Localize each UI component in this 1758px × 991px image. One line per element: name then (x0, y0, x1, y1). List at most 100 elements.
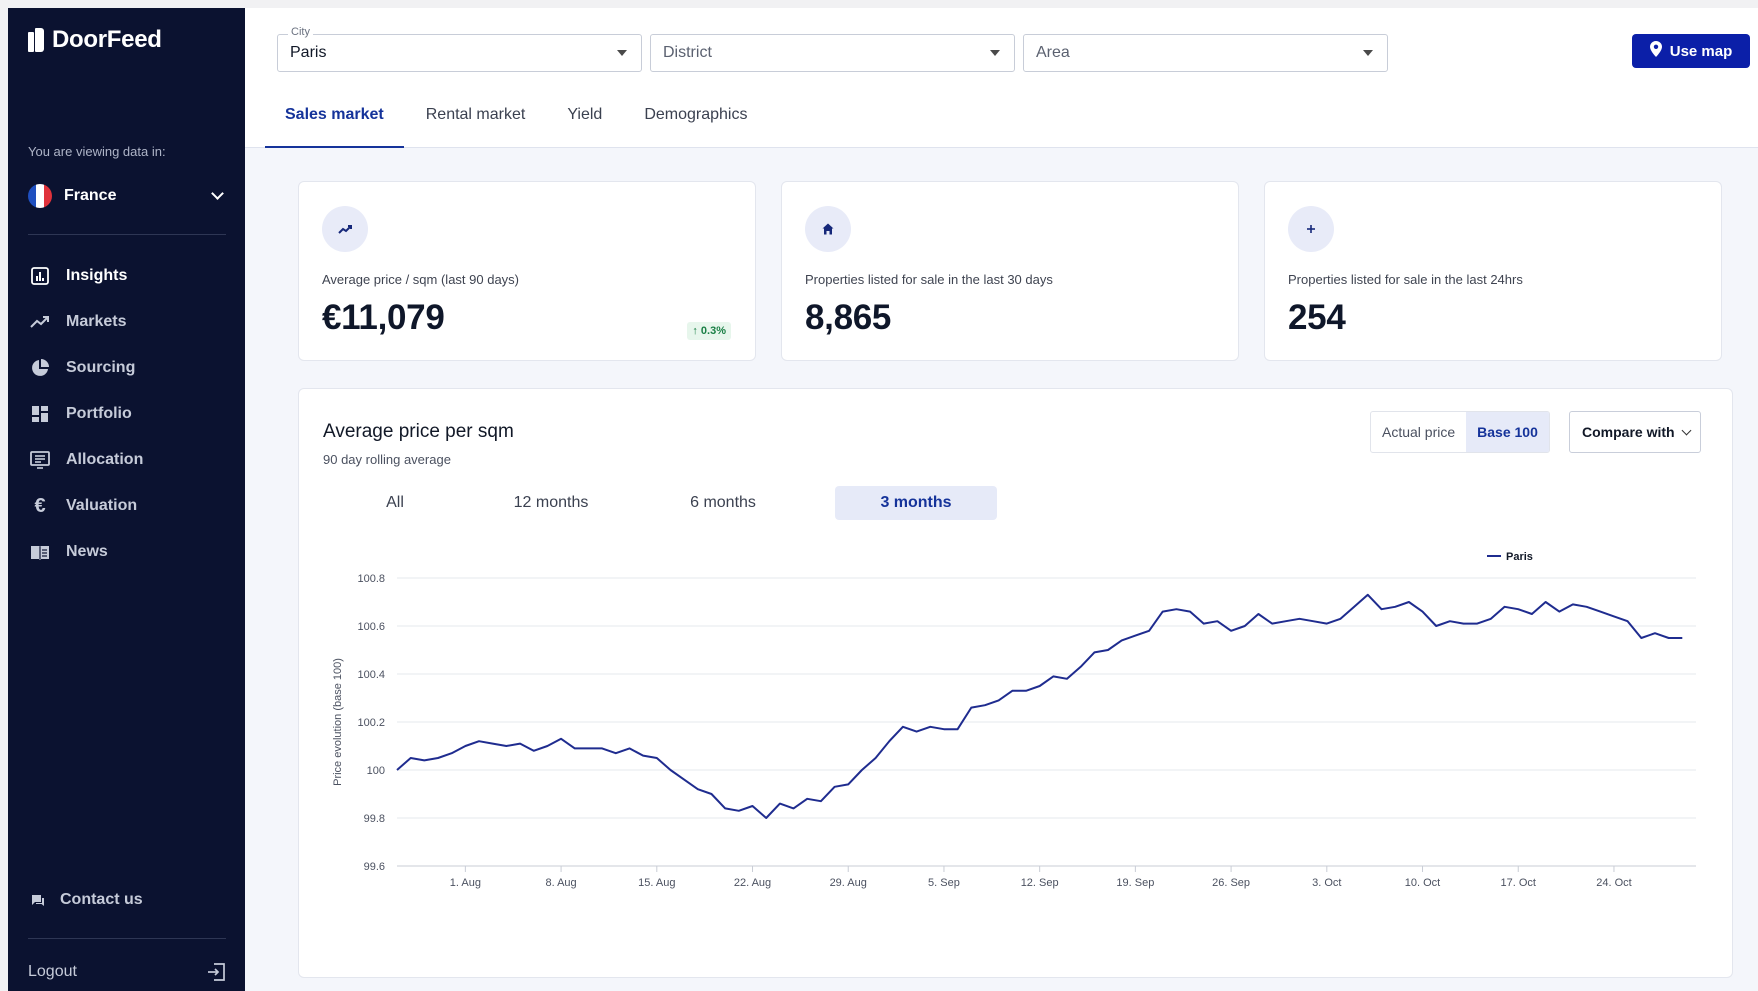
stat-value: 8,865 (805, 298, 892, 337)
y-tick-label: 99.8 (364, 813, 385, 825)
x-tick-label: 19. Sep (1116, 877, 1154, 889)
contact-us-label: Contact us (60, 891, 143, 908)
compare-with-dropdown[interactable]: Compare with (1569, 411, 1701, 453)
brand-logo[interactable]: DoorFeed (28, 26, 162, 54)
x-tick-label: 22. Aug (734, 877, 771, 889)
price-line-chart: 100.8 100.6 100.4 100.2 100 99.8 99.6 1. Aug 8. … (332, 551, 1696, 889)
app-window: DoorFeed You are viewing data in: France… (8, 8, 1758, 991)
legend-label: Paris (1506, 551, 1533, 563)
viewing-data-label: You are viewing data in: (28, 144, 166, 159)
sidebar-item-valuation[interactable]: € Valuation (8, 483, 245, 529)
trend-up-icon (322, 206, 368, 252)
dropdown-caret-icon (1363, 50, 1373, 56)
sidebar: DoorFeed You are viewing data in: France… (8, 8, 245, 991)
city-select[interactable]: City Paris (277, 26, 642, 72)
doorfeed-logo-icon (28, 28, 44, 52)
valuation-icon: € (34, 494, 46, 517)
contact-us-link[interactable]: Contact us (28, 890, 143, 910)
range-all-button[interactable]: All (325, 486, 465, 520)
sidebar-item-portfolio[interactable]: Portfolio (8, 391, 245, 437)
x-tick-label: 3. Oct (1312, 877, 1341, 889)
country-selector[interactable]: France (28, 182, 228, 210)
chart-subtitle: 90 day rolling average (323, 452, 451, 467)
sidebar-item-label: Sourcing (66, 359, 136, 376)
y-tick-label: 100.2 (357, 717, 385, 729)
stat-card-listed-24-hours: Properties listed for sale in the last 2… (1264, 181, 1722, 361)
range-12-months-button[interactable]: 12 months (481, 486, 621, 520)
sidebar-item-markets[interactable]: Markets (8, 299, 245, 345)
sidebar-item-label: Portfolio (66, 405, 132, 422)
home-icon (805, 206, 851, 252)
stat-card-listed-30-days: Properties listed for sale in the last 3… (781, 181, 1239, 361)
use-map-label: Use map (1669, 42, 1733, 60)
tab-demographics[interactable]: Demographics (624, 94, 767, 148)
tab-yield[interactable]: Yield (547, 94, 622, 148)
district-select[interactable]: District (650, 34, 1015, 72)
logout-button[interactable]: Logout (28, 962, 226, 982)
tab-sales-market[interactable]: Sales market (265, 94, 404, 148)
city-field-label: City (288, 26, 313, 38)
y-tick-label: 100.6 (357, 621, 385, 633)
x-tick-label: 1. Aug (450, 877, 481, 889)
sidebar-item-news[interactable]: News (8, 529, 245, 575)
base-100-button[interactable]: Base 100 (1466, 412, 1549, 452)
sidebar-nav: Insights Markets Sourcing Portfolio Allo… (8, 253, 245, 575)
time-range-selector: All 12 months 6 months 3 months (323, 486, 1443, 520)
x-tick-label: 12. Sep (1021, 877, 1059, 889)
stat-value: 254 (1288, 298, 1346, 337)
area-select[interactable]: Area (1023, 34, 1388, 72)
chart-title: Average price per sqm (323, 421, 514, 442)
y-tick-label: 99.6 (364, 861, 385, 873)
sourcing-icon (30, 358, 50, 378)
sidebar-item-label: Allocation (66, 451, 144, 468)
france-flag-icon (28, 184, 52, 208)
y-axis-label: Price evolution (base 100) (332, 658, 344, 786)
compare-with-label: Compare with (1582, 424, 1675, 440)
portfolio-icon (30, 404, 50, 424)
stat-label: Properties listed for sale in the last 3… (805, 272, 1053, 287)
change-badge: ↑ 0.3% (687, 322, 731, 340)
x-tick-label: 26. Sep (1212, 877, 1250, 889)
sidebar-item-insights[interactable]: Insights (8, 253, 245, 299)
area-placeholder: Area (1036, 44, 1070, 61)
sidebar-item-label: News (66, 543, 108, 560)
plus-icon (1288, 206, 1334, 252)
actual-price-button[interactable]: Actual price (1371, 412, 1466, 452)
sidebar-item-label: Markets (66, 313, 127, 330)
price-chart-panel: Average price per sqm 90 day rolling ave… (298, 388, 1733, 978)
arrow-up-icon: ↑ (692, 325, 698, 337)
stat-label: Properties listed for sale in the last 2… (1288, 272, 1523, 287)
stat-label: Average price / sqm (last 90 days) (322, 272, 520, 287)
markets-icon (30, 312, 50, 332)
sidebar-item-label: Valuation (66, 497, 138, 514)
logout-label: Logout (28, 963, 77, 980)
brand-name: DoorFeed (52, 26, 162, 53)
x-tick-label: 8. Aug (545, 877, 576, 889)
market-tabs: Sales market Rental market Yield Demogra… (265, 94, 769, 148)
y-tick-label: 100 (367, 765, 385, 777)
stat-value: €11,079 (322, 298, 445, 337)
chat-icon (28, 890, 48, 910)
x-tick-label: 5. Sep (928, 877, 960, 889)
sidebar-divider (28, 234, 226, 235)
x-tick-label: 24. Oct (1596, 877, 1631, 889)
x-tick-label: 15. Aug (638, 877, 675, 889)
range-3-months-button[interactable]: 3 months (835, 486, 997, 520)
sidebar-item-allocation[interactable]: Allocation (8, 437, 245, 483)
price-mode-toggle: Actual price Base 100 (1370, 411, 1550, 453)
country-label: France (64, 187, 117, 204)
y-tick-label: 100.8 (357, 573, 385, 585)
dropdown-caret-icon (990, 50, 1000, 56)
city-value: Paris (290, 44, 327, 61)
tab-rental-market[interactable]: Rental market (406, 94, 546, 148)
series-line-paris (396, 593, 1683, 819)
top-bar: City Paris District Area Use map Sales m… (245, 8, 1758, 148)
sidebar-item-label: Insights (66, 267, 128, 284)
range-6-months-button[interactable]: 6 months (653, 486, 793, 520)
use-map-button[interactable]: Use map (1632, 34, 1750, 68)
sidebar-item-sourcing[interactable]: Sourcing (8, 345, 245, 391)
x-tick-label: 29. Aug (830, 877, 867, 889)
y-tick-label: 100.4 (357, 669, 385, 681)
district-placeholder: District (663, 44, 712, 61)
x-tick-label: 17. Oct (1501, 877, 1536, 889)
